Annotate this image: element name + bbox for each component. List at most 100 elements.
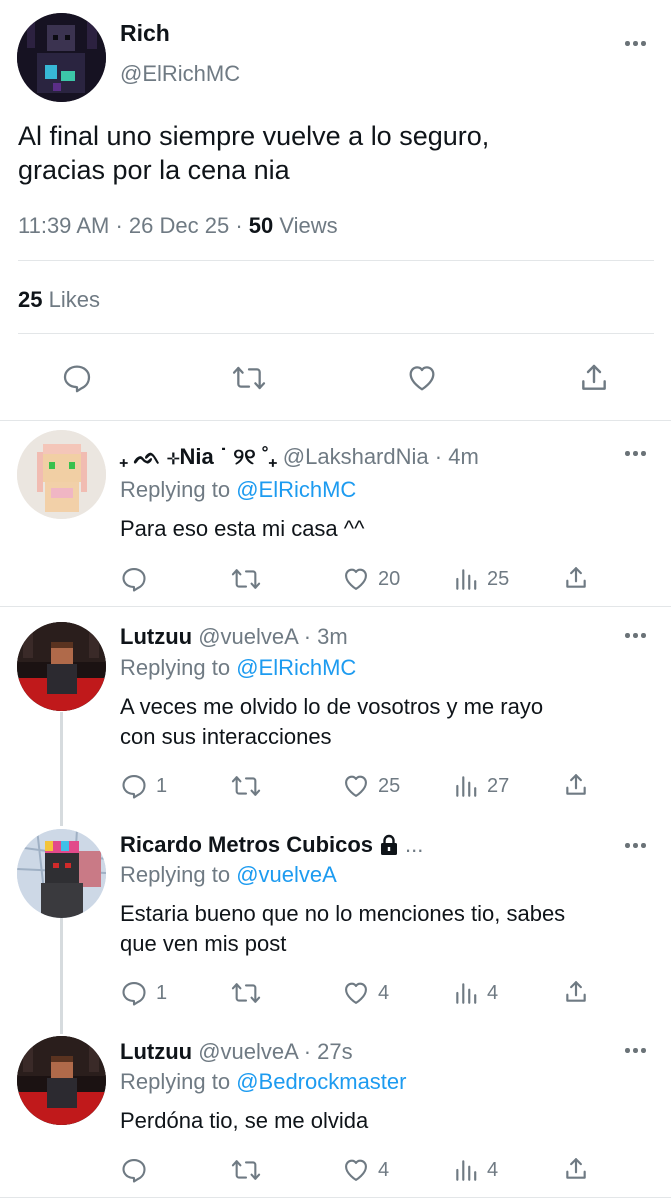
share-button[interactable]	[563, 1154, 589, 1184]
speech-bubble-icon	[122, 1159, 146, 1183]
like-button[interactable]: 25	[342, 772, 400, 800]
replying-to-link[interactable]: @ElRichMC	[236, 655, 356, 680]
like-count: 25	[378, 774, 401, 797]
author-name[interactable]: Rich	[120, 20, 170, 47]
more-dots-icon[interactable]	[625, 1047, 649, 1055]
reply-avatar[interactable]	[17, 1036, 106, 1125]
reply-author-name[interactable]: Lutzuu	[120, 1039, 192, 1064]
likes-label: Likes	[48, 287, 100, 312]
likes-count: 25	[18, 287, 43, 312]
reply-text-line-2: con sus interacciones	[120, 724, 332, 749]
replying-to-link[interactable]: @vuelveA	[236, 862, 337, 887]
retweet-button[interactable]	[230, 565, 262, 593]
reply-author-name[interactable]: ₊ ᨒ ⊹Nia ˙ ୨୧ ˚₊	[120, 444, 277, 469]
like-button[interactable]: 4	[342, 1156, 389, 1184]
reply-handle[interactable]: @vuelveA	[198, 1039, 297, 1064]
reply-button[interactable]	[120, 1156, 156, 1184]
reply-header: Lutzuu @vuelveA · 3m	[120, 624, 348, 650]
retweet-button[interactable]	[230, 979, 262, 1007]
bar-chart-icon	[456, 983, 477, 1004]
views-button[interactable]: 4	[453, 979, 498, 1007]
likes-summary[interactable]: 25 Likes	[18, 287, 100, 313]
replying-to: Replying to @ElRichMC	[120, 477, 356, 503]
heart-icon	[345, 982, 367, 1004]
replying-prefix: Replying to	[120, 1069, 231, 1094]
tweet-date[interactable]: 26 Dec 25	[129, 213, 229, 238]
more-dots-icon[interactable]	[625, 40, 649, 48]
like-button[interactable]	[405, 362, 439, 394]
replying-to: Replying to @ElRichMC	[120, 655, 356, 681]
views-count: 25	[487, 567, 510, 590]
reply-author-name[interactable]: Ricardo Metros Cubicos	[120, 832, 373, 858]
retweet-button[interactable]	[230, 1156, 262, 1184]
heart-icon	[345, 568, 367, 590]
reply-time[interactable]: · 3m	[304, 624, 348, 649]
views-label: Views	[279, 213, 338, 238]
lock-icon	[381, 834, 398, 855]
reply-count: 1	[156, 774, 168, 797]
reply-text-line-2: que ven mis post	[120, 931, 287, 956]
reply-button[interactable]	[120, 565, 156, 593]
retweet-icon	[231, 1160, 261, 1180]
meta-separator: ·	[115, 213, 123, 238]
replying-to-link[interactable]: @ElRichMC	[236, 477, 356, 502]
like-button[interactable]: 20	[342, 565, 400, 593]
reply-button[interactable]: 1	[120, 772, 167, 800]
retweet-button[interactable]	[231, 362, 267, 394]
reply-header: Lutzuu @vuelveA · 27s	[120, 1039, 353, 1065]
reply-header: Ricardo Metros Cubicos ...	[120, 832, 423, 858]
reply-author-name[interactable]: Lutzuu	[120, 624, 192, 649]
more-dots-icon[interactable]	[625, 450, 649, 458]
speech-bubble-icon	[122, 568, 146, 592]
like-button[interactable]: 4	[342, 979, 389, 1007]
views-button[interactable]: 4	[453, 1156, 498, 1184]
share-upload-icon	[566, 1158, 586, 1179]
author-handle[interactable]: @ElRichMC	[120, 61, 240, 87]
replying-prefix: Replying to	[120, 477, 231, 502]
reply-time[interactable]: · 27s	[304, 1039, 353, 1064]
reply-button[interactable]	[61, 362, 93, 394]
replying-to: Replying to @Bedrockmaster	[120, 1069, 406, 1095]
retweet-button[interactable]	[230, 772, 262, 800]
speech-bubble-icon	[63, 365, 91, 393]
share-upload-icon	[582, 364, 606, 390]
share-button[interactable]	[563, 770, 589, 800]
retweet-icon	[231, 569, 261, 589]
views-button[interactable]: 25	[453, 565, 509, 593]
like-count: 20	[378, 567, 401, 590]
replying-to-link[interactable]: @Bedrockmaster	[236, 1069, 406, 1094]
share-button[interactable]	[563, 977, 589, 1007]
meta-separator: ·	[235, 213, 243, 238]
replying-prefix: Replying to	[120, 655, 231, 680]
reply-avatar[interactable]	[17, 622, 106, 711]
divider	[0, 606, 671, 607]
reply-text-line-1: A veces me olvido lo de vosotros y me ra…	[120, 694, 544, 719]
heart-icon	[409, 366, 435, 391]
more-dots-icon[interactable]	[625, 632, 649, 640]
thread-connector	[60, 712, 63, 826]
retweet-icon	[231, 776, 261, 796]
tweet-text-line-1: Al final uno siempre vuelve a lo seguro,	[18, 121, 490, 151]
reply-button[interactable]: 1	[120, 979, 167, 1007]
retweet-icon	[232, 366, 266, 390]
views-count: 27	[487, 774, 510, 797]
reply-avatar[interactable]	[17, 430, 106, 519]
reply-handle-truncated[interactable]: ...	[405, 832, 423, 858]
views-count: 4	[487, 1158, 499, 1181]
more-dots-icon[interactable]	[625, 842, 649, 850]
reply-handle[interactable]: @LakshardNia	[283, 444, 429, 469]
author-avatar[interactable]	[17, 13, 106, 102]
heart-icon	[345, 1159, 367, 1181]
reply-avatar[interactable]	[17, 829, 106, 918]
divider	[0, 1197, 671, 1198]
share-button[interactable]	[578, 361, 610, 395]
replying-to: Replying to @vuelveA	[120, 862, 337, 888]
share-button[interactable]	[563, 563, 589, 593]
views-count: 50	[248, 213, 274, 238]
divider	[0, 420, 671, 421]
replying-prefix: Replying to	[120, 862, 231, 887]
reply-handle[interactable]: @vuelveA	[198, 624, 297, 649]
tweet-time[interactable]: 11:39 AM	[18, 213, 109, 238]
views-button[interactable]: 27	[453, 772, 509, 800]
reply-time[interactable]: · 4m	[435, 444, 479, 469]
